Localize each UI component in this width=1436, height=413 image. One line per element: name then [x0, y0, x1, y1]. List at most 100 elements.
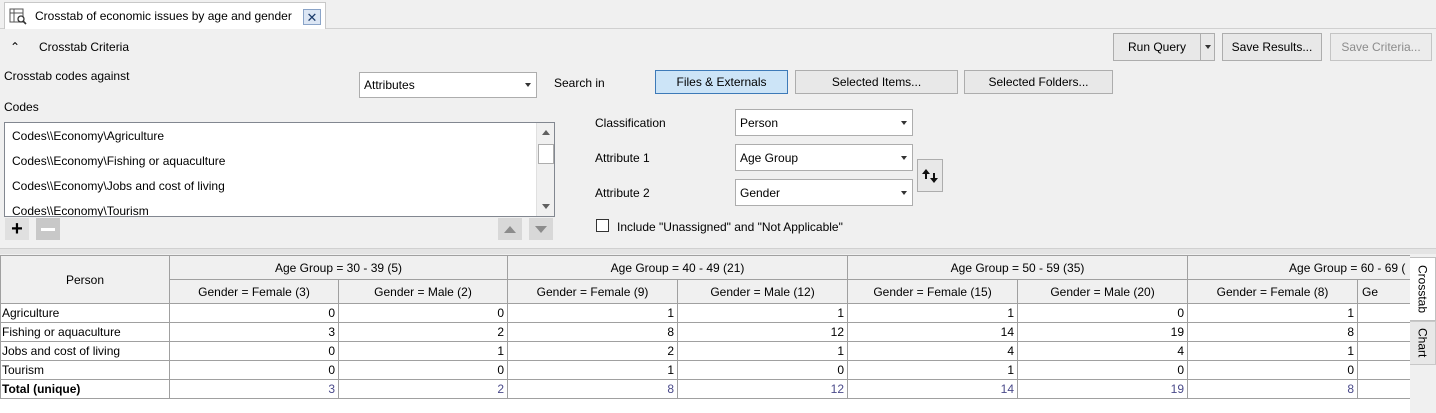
table-cell[interactable]	[1357, 322, 1410, 342]
swap-attributes-button[interactable]	[917, 159, 943, 192]
chevron-down-icon	[901, 120, 907, 125]
chevron-up-icon[interactable]: ⌃	[10, 40, 24, 54]
table-cell[interactable]: 0	[677, 360, 849, 380]
save-criteria-button[interactable]: Save Criteria...	[1330, 33, 1432, 61]
crosstab-document-tab[interactable]: Crosstab of economic issues by age and g…	[4, 2, 326, 29]
attribute-2-value: Gender	[740, 185, 781, 200]
table-cell[interactable]	[1357, 341, 1410, 361]
table-cell[interactable]: 14	[847, 322, 1019, 342]
table-cell[interactable]: 0	[1017, 303, 1189, 323]
arrow-down-icon	[535, 225, 547, 233]
row-label: Agriculture	[0, 303, 170, 323]
selected-items-button[interactable]: Selected Items...	[795, 70, 958, 94]
row-label: Jobs and cost of living	[0, 341, 170, 361]
move-up-button[interactable]	[498, 218, 522, 240]
table-cell[interactable]: 0	[169, 341, 339, 361]
table-cell[interactable]: 1	[677, 341, 849, 361]
crosstab-type-select[interactable]: Attributes	[359, 72, 537, 98]
table-cell[interactable]: 1	[337, 341, 509, 361]
table-cell[interactable]: 12	[677, 322, 849, 342]
chevron-down-icon	[901, 190, 907, 195]
scroll-down-button[interactable]	[538, 198, 554, 215]
table-cell[interactable]: 3	[169, 379, 339, 399]
table-cell[interactable]: 1	[507, 360, 679, 380]
table-row[interactable]: Fishing or aquaculture 3 2 8 12 14 19 8	[0, 322, 1410, 342]
table-cell[interactable]: 1	[507, 303, 679, 323]
codes-list[interactable]: Codes\\Economy\Agriculture Codes\\Econom…	[4, 122, 555, 217]
classification-label: Classification	[595, 116, 666, 130]
crosstab-criteria-header[interactable]: ⌃ Crosstab Criteria	[0, 36, 129, 58]
table-cell[interactable]: 1	[847, 360, 1019, 380]
table-cell[interactable]: 8	[1187, 322, 1359, 342]
table-cell[interactable]: 4	[1017, 341, 1189, 361]
table-cell[interactable]: 0	[337, 360, 509, 380]
row-label: Tourism	[0, 360, 170, 380]
arrow-up-icon	[504, 225, 516, 233]
total-row[interactable]: Total (unique) 3 2 8 12 14 19 8	[0, 379, 1410, 399]
table-cell[interactable]: 8	[507, 379, 679, 399]
table-cell[interactable]: 1	[847, 303, 1019, 323]
chevron-down-icon	[901, 155, 907, 160]
table-cell[interactable]: 0	[1017, 360, 1189, 380]
table-cell[interactable]	[1357, 360, 1410, 380]
gender-header: Gender = Female (3)	[169, 279, 339, 304]
gender-header: Gender = Male (2)	[337, 279, 509, 304]
table-cell[interactable]: 1	[677, 303, 849, 323]
table-cell[interactable]: 0	[1187, 360, 1359, 380]
add-code-button[interactable]: +	[5, 218, 29, 240]
scroll-up-button[interactable]	[538, 124, 554, 141]
run-query-dropdown-button[interactable]	[1200, 33, 1215, 61]
table-cell[interactable]: 19	[1017, 379, 1189, 399]
list-item[interactable]: Codes\\Economy\Agriculture	[12, 129, 164, 143]
table-cell[interactable]: 2	[337, 379, 509, 399]
age-group-header: Age Group = 50 - 59 (35)	[847, 255, 1189, 280]
table-row[interactable]: Tourism 0 0 1 0 1 0 0	[0, 360, 1410, 380]
scroll-thumb[interactable]	[538, 144, 554, 164]
codes-label: Codes	[4, 100, 39, 114]
panel-splitter[interactable]	[0, 248, 1436, 254]
save-results-button[interactable]: Save Results...	[1222, 33, 1322, 61]
table-cell[interactable]: 12	[677, 379, 849, 399]
table-cell[interactable]: 0	[337, 303, 509, 323]
document-tab-bar: Crosstab of economic issues by age and g…	[0, 0, 1436, 29]
remove-code-button[interactable]	[36, 218, 60, 240]
table-row[interactable]: Agriculture 0 0 1 1 1 0 1	[0, 303, 1410, 323]
tab-crosstab[interactable]: Crosstab	[1410, 257, 1436, 321]
list-item[interactable]: Codes\\Economy\Tourism	[12, 204, 149, 216]
table-cell[interactable]: 1	[1187, 341, 1359, 361]
table-cell[interactable]: 2	[507, 341, 679, 361]
table-cell[interactable]: 3	[169, 322, 339, 342]
table-cell[interactable]: 8	[507, 322, 679, 342]
table-row[interactable]: Jobs and cost of living 0 1 2 1 4 4 1	[0, 341, 1410, 361]
attribute-1-label: Attribute 1	[595, 151, 650, 165]
table-cell[interactable]: 0	[169, 303, 339, 323]
list-item[interactable]: Codes\\Economy\Fishing or aquaculture	[12, 154, 225, 168]
classification-select[interactable]: Person	[735, 109, 913, 136]
list-item[interactable]: Codes\\Economy\Jobs and cost of living	[12, 179, 225, 193]
table-cell[interactable]: 8	[1187, 379, 1359, 399]
table-cell[interactable]	[1357, 379, 1410, 399]
table-cell[interactable]: 0	[169, 360, 339, 380]
close-icon[interactable]: ✕	[303, 9, 321, 25]
table-cell[interactable]: 19	[1017, 322, 1189, 342]
run-query-button[interactable]: Run Query	[1113, 33, 1201, 61]
table-cell[interactable]: 4	[847, 341, 1019, 361]
table-cell[interactable]: 1	[1187, 303, 1359, 323]
move-down-button[interactable]	[529, 218, 553, 240]
tab-chart[interactable]: Chart	[1410, 321, 1436, 365]
include-unassigned-checkbox[interactable]	[596, 219, 609, 232]
chevron-down-icon	[1204, 45, 1211, 49]
minus-icon	[41, 227, 55, 231]
files-externals-button[interactable]: Files & Externals	[655, 70, 788, 94]
codes-list-scrollbar[interactable]	[536, 123, 554, 216]
attribute-2-select[interactable]: Gender	[735, 179, 913, 206]
include-unassigned-label: Include "Unassigned" and "Not Applicable…	[617, 220, 843, 234]
attribute-1-select[interactable]: Age Group	[735, 144, 913, 171]
selected-folders-button[interactable]: Selected Folders...	[964, 70, 1113, 94]
table-cell[interactable]: 14	[847, 379, 1019, 399]
swap-icon	[922, 168, 938, 183]
tab-chart-label: Chart	[1415, 328, 1430, 358]
table-cell[interactable]	[1357, 303, 1410, 323]
table-cell[interactable]: 2	[337, 322, 509, 342]
age-group-header: Age Group = 40 - 49 (21)	[507, 255, 849, 280]
